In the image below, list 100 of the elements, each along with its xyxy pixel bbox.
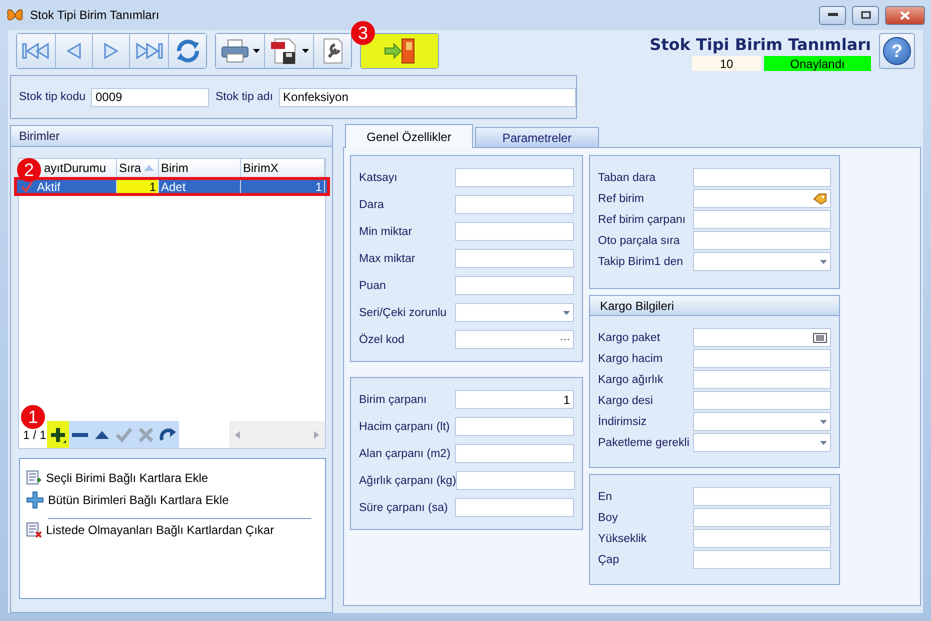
add-icon [49, 426, 67, 444]
field-label: En [598, 490, 612, 502]
input-field[interactable] [693, 328, 831, 347]
input-field[interactable] [455, 222, 574, 241]
field-label: Birim çarpanı [359, 394, 427, 406]
input-field[interactable] [693, 349, 831, 368]
input-field[interactable] [455, 195, 574, 214]
input-field[interactable] [455, 249, 574, 268]
field-label: Yükseklik [598, 532, 647, 544]
butterfly-logo-icon [6, 7, 24, 23]
form-heading: Stok Tipi Birim Tanımları [650, 35, 871, 54]
field-label: Puan [359, 280, 386, 292]
input-field[interactable] [693, 189, 831, 208]
record-number: 10 [692, 56, 761, 71]
scroll-left-icon [235, 430, 240, 438]
input-field[interactable] [455, 168, 574, 187]
field-label: Katsayı [359, 172, 398, 184]
minimize-icon [828, 13, 838, 17]
barcode-icon [813, 332, 827, 342]
input-field[interactable] [693, 210, 831, 229]
input-field[interactable]: 0009 [91, 88, 210, 106]
field-label: Alan çarpanı (m2) [359, 448, 450, 460]
input-field[interactable] [693, 168, 831, 187]
step-badge: 3 [351, 21, 375, 45]
sort-ascending-icon [144, 165, 154, 171]
dropdown-field[interactable] [693, 252, 831, 271]
field-label: Dara [359, 198, 384, 210]
field-label: Paketleme gerekli [598, 436, 690, 448]
input-field[interactable] [693, 370, 831, 389]
input-field[interactable] [693, 487, 831, 506]
navigator-button[interactable] [47, 421, 69, 448]
maximize-button[interactable] [852, 6, 879, 24]
dropdown-field[interactable] [693, 412, 831, 431]
field-label: Ref birim [598, 192, 644, 204]
field-label: Özel kod [359, 334, 404, 346]
input-field[interactable] [693, 550, 831, 569]
field-label: Çap [598, 554, 620, 566]
dropdown-arrow-icon [563, 310, 570, 314]
minus-icon [72, 432, 88, 436]
input-field[interactable]: Konfeksiyon [279, 88, 576, 106]
tab[interactable]: Genel Özellikler [345, 124, 473, 148]
column-header[interactable]: BirimX [243, 161, 278, 175]
group-title: Kargo Bilgileri [590, 296, 839, 316]
cancel-icon [137, 426, 155, 444]
input-field[interactable] [455, 330, 574, 349]
table-cell: 1 [117, 178, 159, 195]
table-cell: Adet [159, 178, 241, 195]
toolbar-button[interactable] [216, 34, 265, 68]
field-label: Kargo hacim [598, 352, 663, 364]
tab[interactable]: Parametreler [475, 127, 599, 147]
input-field[interactable]: 1 [455, 390, 574, 409]
minimize-button[interactable] [819, 6, 846, 24]
field-label: Kargo desi [598, 394, 653, 406]
record-position: 1 / 1 [22, 428, 47, 442]
field-label: Ağırlık çarpanı (kg) [359, 474, 456, 486]
input-field[interactable] [455, 276, 574, 295]
printer-icon [220, 38, 250, 64]
exit-door-icon [382, 37, 418, 65]
plus-icon [26, 491, 44, 509]
column-header[interactable]: Sıra [119, 161, 154, 175]
ellipsis-icon [560, 338, 570, 341]
input-field[interactable] [693, 529, 831, 548]
close-button[interactable] [885, 6, 925, 24]
field-label: Stok tip adı [215, 91, 274, 103]
input-field[interactable] [693, 231, 831, 250]
dropdown-field[interactable] [693, 433, 831, 452]
dropdown-arrow-icon [820, 260, 827, 264]
input-field[interactable] [693, 391, 831, 410]
field-label: Süre çarpanı (sa) [359, 502, 448, 514]
dropdown-field[interactable] [455, 303, 574, 322]
toolbar-button[interactable] [265, 34, 314, 68]
horizontal-scrollbar[interactable] [229, 421, 325, 448]
input-field[interactable] [456, 471, 576, 490]
toolbar-button[interactable] [314, 34, 351, 68]
field-label: Max miktar [359, 252, 416, 264]
column-header[interactable]: ayıtDurumu [44, 161, 106, 175]
checkmark-icon [21, 180, 33, 192]
input-field[interactable] [455, 444, 574, 463]
document-add-icon [26, 470, 42, 486]
check-icon [115, 426, 133, 444]
document-remove-icon [26, 522, 42, 538]
scroll-right-icon [314, 430, 319, 438]
first-record-icon [21, 41, 51, 61]
dropdown-arrow-icon [820, 420, 827, 424]
action-link[interactable]: Seçli Birimi Bağlı Kartlara Ekle [26, 467, 319, 489]
field-label: Seri/Çeki zorunlu [359, 306, 447, 318]
column-header[interactable]: Birim [161, 161, 188, 175]
last-record-icon [134, 41, 164, 61]
field-label: Oto parçala sıra [598, 234, 680, 246]
action-link[interactable]: Listede Olmayanları Bağlı Kartlardan Çıkar [26, 519, 319, 541]
field-label: Takip Birim1 den [598, 256, 684, 268]
input-field[interactable] [455, 498, 574, 517]
field-label: İndirimsiz [598, 416, 647, 428]
field-label: Boy [598, 512, 618, 524]
field-label: Ref birim çarpanı [598, 214, 686, 226]
input-field[interactable] [693, 508, 831, 527]
window-title: Stok Tipi Birim Tanımları [30, 8, 160, 22]
tag-icon [813, 192, 827, 204]
input-field[interactable] [455, 417, 574, 436]
table-row[interactable]: Aktif 1 Adet 1 [15, 178, 329, 195]
